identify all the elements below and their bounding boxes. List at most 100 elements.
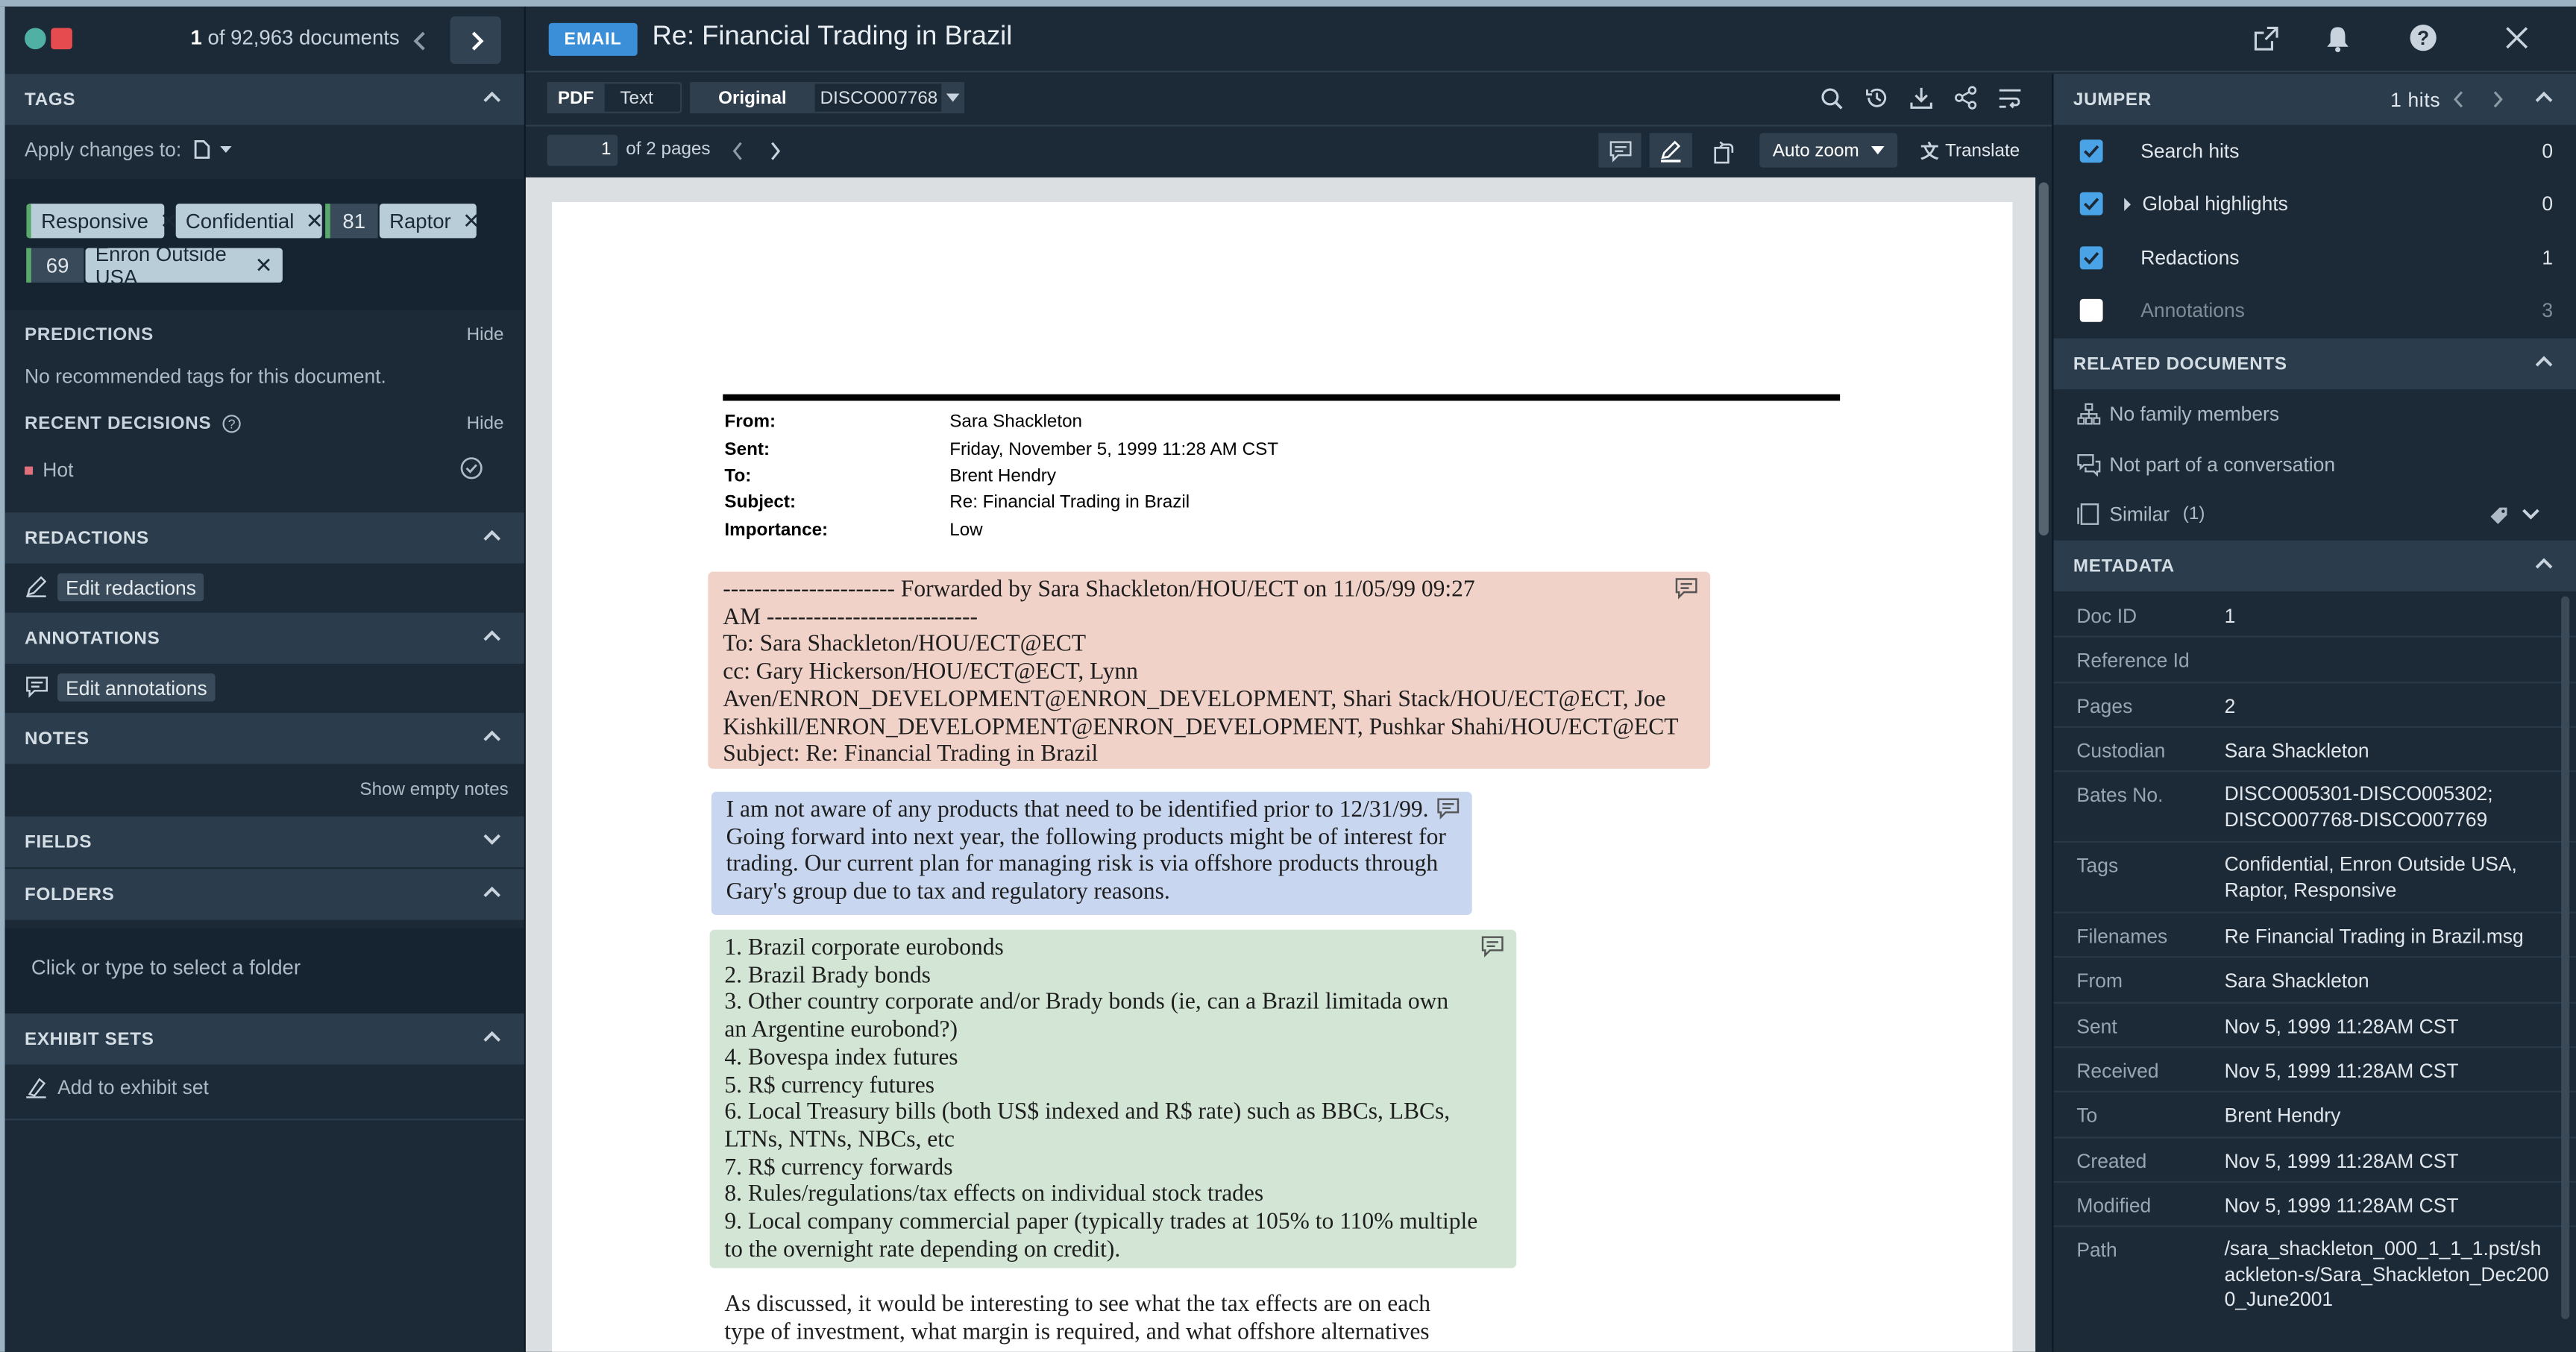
similar-label: Similar [2109,503,2170,526]
close-icon[interactable] [2504,25,2530,51]
viewer-scroll-thumb[interactable] [2038,182,2049,536]
email-field-value: Low [949,520,983,541]
folder-select-input[interactable]: Click or type to select a folder [4,928,524,1014]
remove-tag-icon[interactable]: ✕ [462,208,480,234]
similar-count: (1) [2182,504,2205,524]
document-viewer[interactable]: From: Sara Shackleton Sent: Friday, Novemb… [525,177,2036,1352]
annotation-highlight-red[interactable]: ---------------------- Forwarded by Sara… [708,571,1711,769]
jumper-row[interactable]: Redactions 1 [2054,232,2576,284]
apply-scope-dropdown[interactable] [195,139,234,159]
history-icon[interactable] [1865,86,1889,110]
tab-pdf[interactable]: PDF [547,82,605,113]
annotation-comment-icon[interactable] [1436,796,1460,820]
edit-annotations-button[interactable]: Edit annotations [57,673,216,702]
expand-caret-icon[interactable] [2123,196,2132,211]
zoom-select[interactable]: Auto zoom [1759,133,1898,168]
help-icon[interactable]: ? [2408,23,2438,53]
page-number-input[interactable]: 1 [547,134,618,166]
metadata-header[interactable]: METADATA [2053,540,2576,592]
redactions-checkbox[interactable] [2079,246,2103,270]
search-hits-checkbox[interactable] [2079,139,2103,163]
tag-pill[interactable]: Enron Outside USA ✕ [85,242,283,289]
tab-text[interactable]: Text [606,82,667,113]
exhibit-sets-header[interactable]: EXHIBIT SETS [4,1013,524,1065]
tag-pill[interactable]: Confidential ✕ [175,204,324,239]
annotations-checkbox[interactable] [2079,298,2103,322]
help-circle-icon[interactable]: ? [221,414,240,433]
next-document-button[interactable] [450,16,501,64]
redaction-tool-button[interactable] [1649,133,1692,168]
metadata-scrollbar[interactable] [2560,593,2573,1352]
jumper-row[interactable]: Search hits 0 [2054,125,2576,177]
prev-document-button[interactable] [395,16,445,64]
open-external-icon[interactable] [2252,25,2280,52]
jumper-header[interactable]: JUMPER 1 hits [2053,74,2576,125]
show-empty-notes-link[interactable]: Show empty notes [359,780,508,799]
notes-header[interactable]: NOTES [4,713,524,764]
translate-button[interactable]: 文 Translate [1911,133,2030,167]
metadata-row: Pages 2 [2053,683,2576,728]
page-total: 2 [646,139,656,160]
annotation-highlight-blue[interactable]: I am not aware of any products that need… [711,791,1472,915]
remove-tag-icon[interactable]: ✕ [255,252,273,278]
remove-tag-icon[interactable]: ✕ [306,208,324,234]
tag-count: 81 [325,204,378,239]
similar-docs-icon [2077,503,2099,525]
search-icon[interactable] [1821,87,1844,110]
tag-label: Confidential [185,209,295,233]
email-fields: From: Sara Shackleton Sent: Friday, Novemb… [724,409,1710,544]
add-to-exhibit-set-button[interactable]: Add to exhibit set [25,1076,209,1099]
metadata-scroll-thumb[interactable] [2561,596,2570,1319]
version-dropdown-button[interactable] [941,82,965,113]
fields-header[interactable]: FIELDS [4,816,524,868]
rotate-icon[interactable] [1712,139,1735,164]
tag-pill[interactable]: Responsive ✕ [26,204,178,239]
related-documents-header[interactable]: RELATED DOCUMENTS [2053,338,2576,390]
chevron-down-icon[interactable] [2522,508,2539,521]
tag-pill[interactable]: Raptor ✕ [379,204,480,239]
recent-decisions-title: RECENT DECISIONS [25,414,212,434]
prev-hit-icon[interactable] [2453,90,2464,108]
similar-row[interactable]: Similar (1) [2076,503,2205,526]
metadata-key: Modified [2076,1194,2152,1218]
next-hit-icon[interactable] [2492,90,2504,108]
comment-icon [26,676,48,698]
jumper-row[interactable]: Annotations 3 [2054,284,2576,336]
share-icon[interactable] [1953,86,1978,110]
redactions-title: REDACTIONS [25,528,149,548]
text-line: trading. Our current plan for managing r… [726,851,1439,878]
next-page-icon[interactable] [769,141,782,160]
jumper-row[interactable]: Global highlights 0 [2054,177,2576,230]
global-highlights-checkbox[interactable] [2079,192,2103,216]
svg-text:?: ? [227,416,235,431]
annotation-comment-icon[interactable] [1674,576,1699,600]
viewer-scrollbar[interactable] [2035,177,2052,1352]
annotation-highlight-green[interactable]: 1. Brazil corporate eurobonds 2. Brazil … [709,929,1517,1268]
wrap-text-icon[interactable] [1998,87,2023,110]
pdf-page: From: Sara Shackleton Sent: Friday, Novemb… [552,201,2013,1352]
prev-page-icon[interactable] [731,141,744,160]
metadata-value: Sara Shackleton [2224,739,2369,763]
annotations-title: ANNOTATIONS [25,628,160,649]
metadata-value: Sara Shackleton [2224,969,2369,993]
redactions-header[interactable]: REDACTIONS [4,512,524,564]
tag-label: Enron Outside USA [95,242,227,289]
annotations-header[interactable]: ANNOTATIONS [4,612,524,664]
download-icon[interactable] [1909,86,1934,110]
tab-original[interactable]: Original [690,82,815,113]
metadata-key: To [2076,1104,2098,1128]
tab-bates-version[interactable]: DISCO007768 [818,82,940,113]
predictions-hide-link[interactable]: Hide [467,325,504,345]
stamp-icon [26,1078,46,1098]
text-line: 2. Brazil Brady bonds [724,962,931,989]
annotation-toggle-button[interactable] [1598,133,1642,168]
add-to-exhibit-set-label: Add to exhibit set [57,1075,209,1099]
tag-icon[interactable] [2489,506,2508,525]
jumper-title: JUMPER [2073,89,2152,110]
recent-hide-link[interactable]: Hide [467,414,504,433]
annotation-comment-icon[interactable] [1480,934,1505,958]
edit-redactions-button[interactable]: Edit redactions [57,573,205,602]
folders-header[interactable]: FOLDERS [4,869,524,920]
tags-header[interactable]: TAGS [4,74,524,125]
bell-icon[interactable] [2325,25,2351,53]
